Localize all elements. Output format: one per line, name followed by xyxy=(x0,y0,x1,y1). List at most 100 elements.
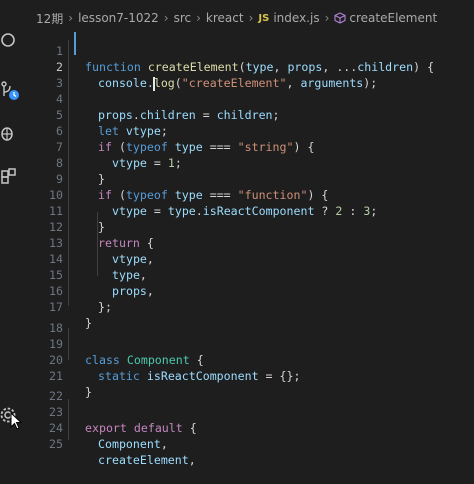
line-code: Component, xyxy=(98,436,168,452)
code-line-20: 20 static isReactComponent = {}; xyxy=(22,336,300,383)
breadcrumb: 12期 › lesson7-1022 › src › kreact › JS i… xyxy=(36,8,437,28)
active-scope-marker xyxy=(74,32,76,55)
activity-bar xyxy=(0,0,22,440)
token-variable: children xyxy=(216,108,273,122)
token-function: createElement xyxy=(147,60,239,74)
code-line-5: 5 let vtype; xyxy=(22,91,168,138)
token-punct: , xyxy=(273,60,288,74)
line-code: type, xyxy=(112,267,147,283)
indent-guide xyxy=(68,40,69,306)
token-param: children xyxy=(357,60,414,74)
token-punct: ( xyxy=(238,60,246,74)
token-punct: . xyxy=(195,204,203,218)
code-line-2: 2 console.log("createElement", arguments… xyxy=(22,43,377,91)
token-punct: { xyxy=(189,353,204,367)
token-punct: ? xyxy=(314,204,336,218)
code-line-12: 12 return { xyxy=(22,203,154,250)
code-line-10: 10 vtype = type.isReactComponent ? 2 : 3… xyxy=(22,171,377,218)
token-variable: vtype xyxy=(112,252,147,266)
search-icon[interactable] xyxy=(0,30,20,50)
token-param: type xyxy=(245,60,274,74)
code-line-21: 21 } xyxy=(22,352,92,399)
code-line-11: 11 } xyxy=(22,187,105,234)
js-file-icon: JS xyxy=(258,12,270,24)
token-punct: . xyxy=(132,108,140,122)
line-code: vtype = type.isReactComponent ? 2 : 3; xyxy=(112,203,377,219)
code-line-9: 9 if (typeof type === "function") { xyxy=(22,155,328,202)
line-code: vtype, xyxy=(112,251,154,267)
token-control: if xyxy=(98,140,119,154)
code-line-17: 17 } xyxy=(22,283,92,330)
token-punct: ) { xyxy=(413,60,435,74)
source-control-icon[interactable] xyxy=(0,80,22,104)
token-number: 1 xyxy=(167,156,175,170)
token-punct: , xyxy=(146,284,154,298)
token-string: "function" xyxy=(237,188,308,202)
line-code: console.log("createElement", arguments); xyxy=(98,75,377,91)
token-punct: ( xyxy=(118,140,126,154)
chevron-right-icon: › xyxy=(163,11,169,25)
line-code: if (typeof type === "string") { xyxy=(98,139,314,155)
token-punct: = {}; xyxy=(258,369,301,383)
token-keyword: function xyxy=(85,60,148,74)
code-line-23: 23 export default { xyxy=(22,388,197,435)
token-string: "string" xyxy=(237,140,294,154)
line-code: if (typeof type === "function") { xyxy=(98,187,328,203)
line-code: }; xyxy=(98,300,112,314)
breadcrumb-item-folder[interactable]: 12期 xyxy=(36,10,63,27)
code-line-14: 14 type, xyxy=(22,235,147,282)
token-variable: console. xyxy=(98,76,154,90)
line-code: } xyxy=(98,220,105,234)
token-control: return xyxy=(98,236,147,250)
token-function: log xyxy=(153,76,175,90)
token-string: "createElement" xyxy=(181,76,287,90)
code-line-18: 18 xyxy=(22,304,63,335)
code-line-7: 7 vtype = 1; xyxy=(22,123,182,170)
token-punct: , xyxy=(139,268,147,282)
token-variable: children xyxy=(139,108,196,122)
breadcrumb-item-file[interactable]: index.js xyxy=(273,11,319,25)
code-editor[interactable]: 1 function createElement(type, props, ..… xyxy=(22,27,474,467)
token-punct: { xyxy=(146,236,154,250)
debug-icon[interactable] xyxy=(0,123,20,143)
token-variable: createElement xyxy=(98,453,189,467)
token-punct: === xyxy=(202,140,238,154)
token-punct: , xyxy=(160,437,168,451)
chevron-right-icon: › xyxy=(248,11,254,25)
token-punct: = xyxy=(146,156,168,170)
line-code: return { xyxy=(98,235,154,251)
token-punct: = xyxy=(195,108,217,122)
code-line-1: 1 function createElement(type, props, ..… xyxy=(22,27,434,74)
token-control: export xyxy=(85,421,134,435)
token-punct: ); xyxy=(363,76,378,90)
code-line-3: 3 xyxy=(22,59,63,90)
token-variable: arguments xyxy=(300,76,364,90)
code-line-22: 22 xyxy=(22,372,63,403)
breadcrumb-item-kreact[interactable]: kreact xyxy=(206,11,244,25)
token-variable: props xyxy=(112,284,147,298)
code-line-19: 19 class Component { xyxy=(22,320,204,367)
indent-guide xyxy=(68,328,69,360)
token-keyword: class xyxy=(85,353,127,367)
line-code: static isReactComponent = {}; xyxy=(98,368,300,384)
token-variable: vtype xyxy=(125,124,161,138)
line-code: class Component { xyxy=(85,352,204,368)
chevron-right-icon: › xyxy=(324,11,330,25)
token-variable: type xyxy=(112,268,140,282)
token-punct: : xyxy=(342,204,364,218)
breadcrumb-item-project[interactable]: lesson7-1022 xyxy=(78,11,159,25)
token-variable: props xyxy=(98,108,133,122)
code-line-24: 24 Component, xyxy=(22,404,168,451)
code-line-16: 16 }; xyxy=(22,267,112,314)
breadcrumb-item-src[interactable]: src xyxy=(174,11,192,25)
token-control: if xyxy=(98,188,119,202)
line-code: } xyxy=(85,385,92,399)
token-punct: ; xyxy=(370,204,378,218)
token-property: isReactComponent xyxy=(146,369,259,383)
breadcrumb-item-symbol[interactable]: createElement xyxy=(349,11,437,25)
extensions-icon[interactable] xyxy=(0,168,20,188)
line-code: createElement, xyxy=(98,452,196,468)
token-punct: = xyxy=(146,204,168,218)
line-code: props.children = children; xyxy=(98,107,280,123)
line-code: } xyxy=(85,316,92,330)
